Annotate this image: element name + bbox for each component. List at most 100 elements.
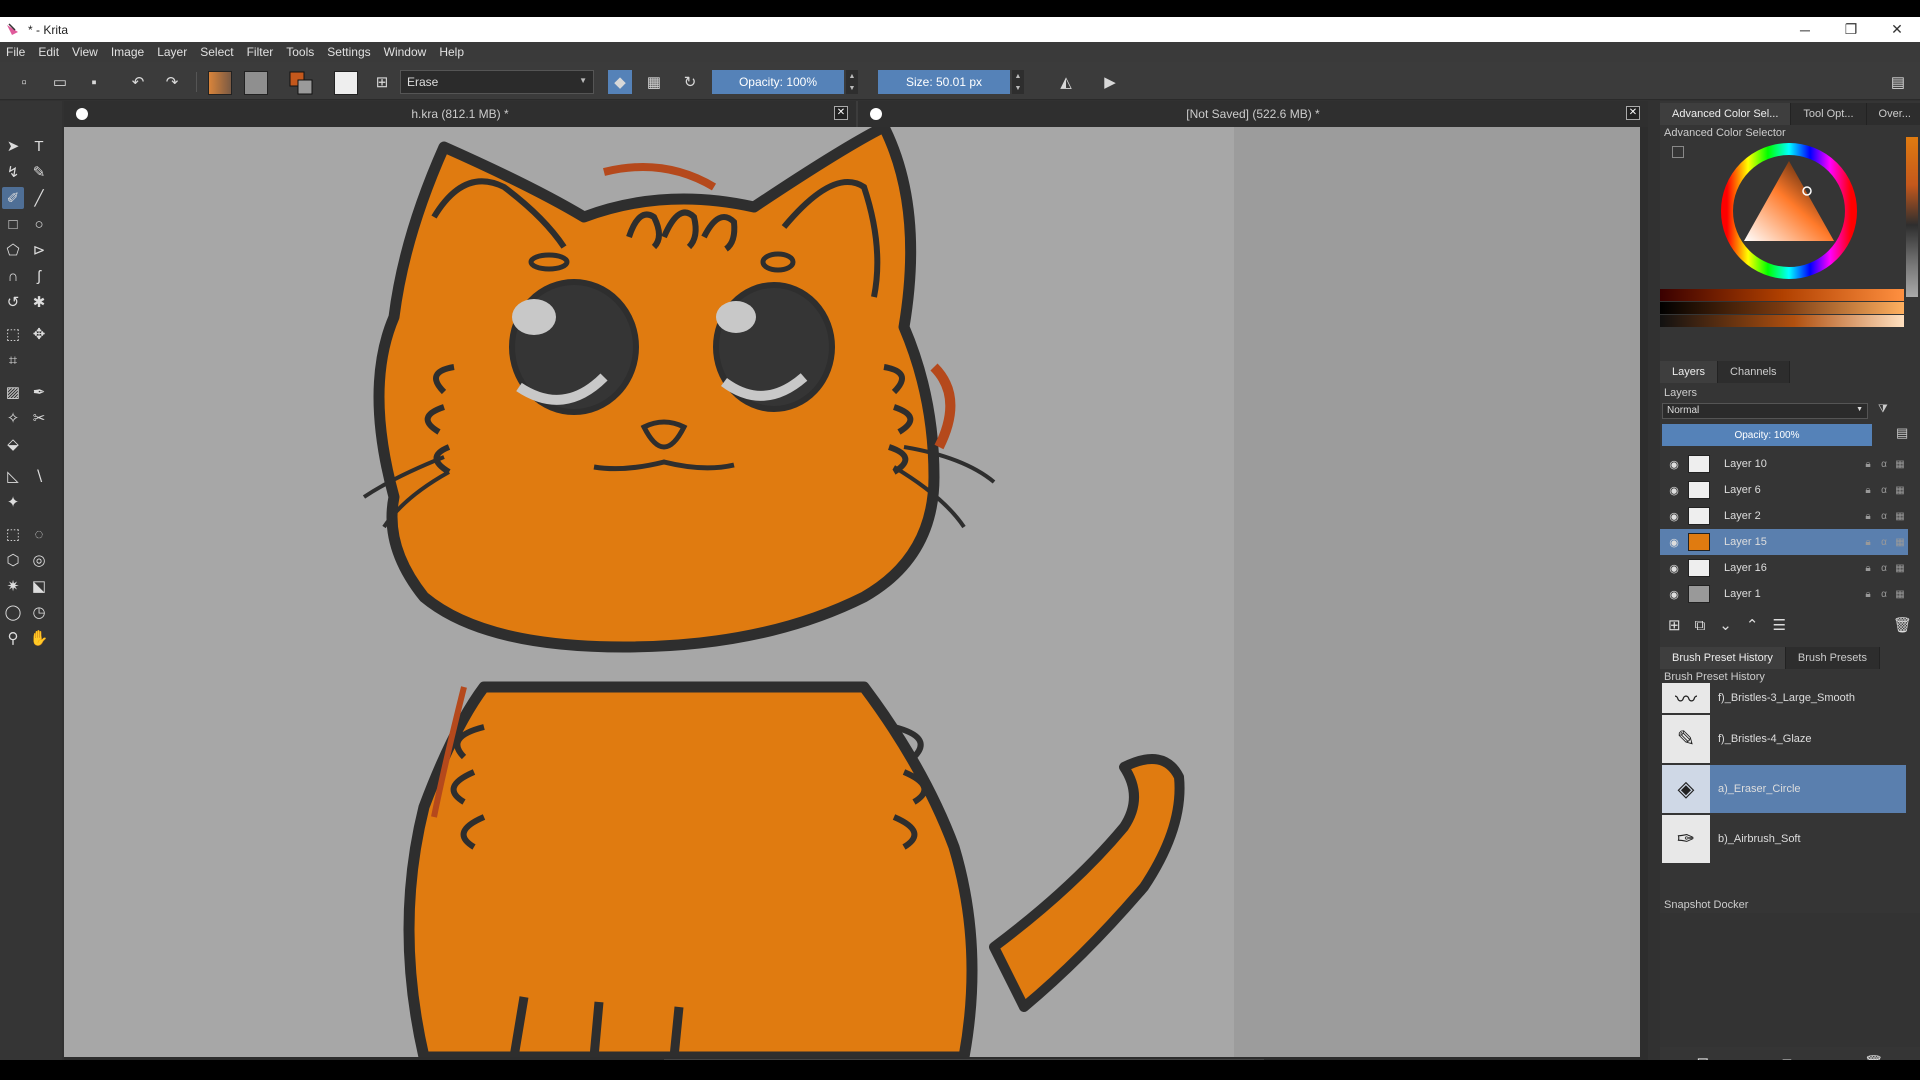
grid-presets-icon[interactable]: ⊞ [372,72,392,92]
brush-preset-item[interactable]: ✎ f)_Bristles-4_Glaze [1662,715,1906,763]
line-tool-icon[interactable]: ╱ [28,187,50,209]
menu-view[interactable]: View [72,45,98,59]
brush-preset-item[interactable]: 〰 f)_Bristles-3_Large_Smooth [1662,683,1906,713]
freehand-brush-icon[interactable]: ✐ [2,187,24,209]
visibility-eye-icon[interactable]: ◉ [1664,588,1684,601]
alpha-lock-icon[interactable]: α [1876,485,1892,496]
ellipse-select-icon[interactable]: ◌ [28,523,50,545]
colorize-mask-icon[interactable]: ✂ [28,407,50,429]
brush-preset-dropdown[interactable]: Erase ▼ [400,70,594,94]
bezier-tool-icon[interactable]: ∩ [2,265,24,287]
polygon-select-icon[interactable]: ⬡ [2,549,24,571]
tab-brush-presets[interactable]: Brush Presets [1785,647,1880,669]
canvas-view[interactable] [64,127,1640,1057]
brush-preset-item[interactable]: ✑ b)_Airbrush_Soft [1662,815,1906,863]
size-spinner[interactable]: ▲ ▼ [1012,70,1024,94]
alpha-lock-icon[interactable]: α [1876,537,1892,548]
shade-selector-2[interactable] [1660,302,1904,314]
eraser-mode-icon[interactable]: ◆ [608,70,632,94]
visibility-eye-icon[interactable]: ◉ [1664,458,1684,471]
menu-tools[interactable]: Tools [286,45,314,59]
tab-overview[interactable]: Over... [1866,103,1920,125]
assistant-tool-icon[interactable]: ◺ [2,465,24,487]
calligraphy-icon[interactable]: ✎ [28,161,50,183]
visibility-eye-icon[interactable]: ◉ [1664,536,1684,549]
color-picker-icon[interactable]: ✒ [28,381,50,403]
tab-advanced-color-selector[interactable]: Advanced Color Sel... [1660,103,1792,125]
brush-preset-icon[interactable] [334,71,358,95]
layer-row-selected[interactable]: ◉ Layer 15 🔒︎ α ▦ [1660,529,1908,555]
menu-image[interactable]: Image [111,45,144,59]
document-tab-2[interactable]: [Not Saved] (522.6 MB) * ✕ [858,101,1648,127]
lock-icon[interactable]: 🔒︎ [1860,459,1876,470]
delete-layer-icon[interactable]: 🗑︎ [1893,616,1912,634]
alpha-lock-icon[interactable]: α [1876,511,1892,522]
transform-tool-icon[interactable]: ⬚ [2,323,24,345]
mirror-vertical-icon[interactable]: ▶ [1100,72,1120,92]
menu-help[interactable]: Help [439,45,464,59]
inherit-alpha-icon[interactable]: ▦ [1892,511,1908,522]
pan-tool-icon[interactable]: ✋ [28,627,50,649]
lock-icon[interactable]: 🔒︎ [1860,511,1876,522]
polygon-tool-icon[interactable]: ⬠ [2,239,24,261]
shade-selector-3[interactable] [1660,315,1904,327]
open-folder-icon[interactable]: ▭ [50,72,70,92]
freehand-select-icon[interactable]: ◎ [28,549,50,571]
fg-bg-color-icon[interactable] [288,70,314,96]
layer-row[interactable]: ◉ Layer 1 🔒︎ α ▦ [1660,581,1908,607]
magnetic-select-icon[interactable]: ◷ [28,601,50,623]
edit-shapes-icon[interactable]: ↯ [2,161,24,183]
move-tool-icon[interactable]: ✥ [28,323,50,345]
gradient-tool-icon[interactable]: ▨ [2,381,24,403]
menu-settings[interactable]: Settings [327,45,370,59]
lock-icon[interactable]: 🔒︎ [1860,485,1876,496]
blend-mode-dropdown[interactable]: Normal ▼ [1662,403,1868,419]
menu-select[interactable]: Select [200,45,233,59]
dock-panel-icon[interactable]: ▤ [1888,72,1908,92]
alpha-lock-icon[interactable]: α [1876,459,1892,470]
freehand-path-icon[interactable]: ʃ [28,265,50,287]
undo-icon[interactable]: ↶ [128,72,148,92]
alpha-lock-icon[interactable]: α [1876,589,1892,600]
reload-preset-icon[interactable]: ↻ [680,72,700,92]
tab-brush-preset-history[interactable]: Brush Preset History [1660,647,1786,669]
tab-tool-options[interactable]: Tool Opt... [1791,103,1867,125]
close-document-2-button[interactable]: ✕ [1626,106,1640,120]
color-history-strip[interactable] [1906,137,1918,297]
visibility-eye-icon[interactable]: ◉ [1664,562,1684,575]
inherit-alpha-icon[interactable]: ▦ [1892,537,1908,548]
new-document-icon[interactable]: ▫ [14,72,34,92]
menu-edit[interactable]: Edit [38,45,59,59]
layer-row[interactable]: ◉ Layer 2 🔒︎ α ▦ [1660,503,1908,529]
inherit-alpha-icon[interactable]: ▦ [1892,485,1908,496]
multibrush-icon[interactable]: ✱ [28,291,50,313]
pattern-selector[interactable] [244,71,268,95]
rect-select-icon[interactable]: ⬚ [2,523,24,545]
menu-file[interactable]: File [6,45,25,59]
zoom-tool-icon[interactable]: ⚲ [2,627,24,649]
lock-icon[interactable]: 🔒︎ [1860,563,1876,574]
inherit-alpha-icon[interactable]: ▦ [1892,589,1908,600]
close-document-1-button[interactable]: ✕ [834,106,848,120]
smart-patch-icon[interactable]: ✧ [2,407,24,429]
size-slider[interactable]: Size: 50.01 px [878,70,1010,94]
reference-tool-icon[interactable]: ✦ [2,491,24,513]
dynamic-brush-icon[interactable]: ↺ [2,291,24,313]
move-layer-up-icon[interactable]: ⌃ [1746,616,1759,634]
redo-icon[interactable]: ↷ [162,72,182,92]
tab-channels[interactable]: Channels [1718,361,1790,383]
add-layer-icon[interactable]: ⊞ [1668,616,1681,634]
opacity-slider[interactable]: Opacity: 100% [712,70,844,94]
rectangle-tool-icon[interactable]: □ [2,213,24,235]
crop-tool-icon[interactable]: ⌗ [2,349,24,371]
visibility-eye-icon[interactable]: ◉ [1664,484,1684,497]
color-wheel[interactable] [1714,141,1864,281]
alpha-lock-icon[interactable]: α [1876,563,1892,574]
minimize-button[interactable]: ─ [1782,17,1828,42]
layer-opacity-slider[interactable]: Opacity: 100% [1662,424,1872,446]
close-button[interactable]: ✕ [1874,17,1920,42]
layer-options-icon[interactable]: ☰ [1772,616,1785,634]
gradient-selector[interactable] [208,71,232,95]
tab-layers[interactable]: Layers [1660,361,1719,383]
contiguous-select-icon[interactable]: ✷ [2,575,24,597]
